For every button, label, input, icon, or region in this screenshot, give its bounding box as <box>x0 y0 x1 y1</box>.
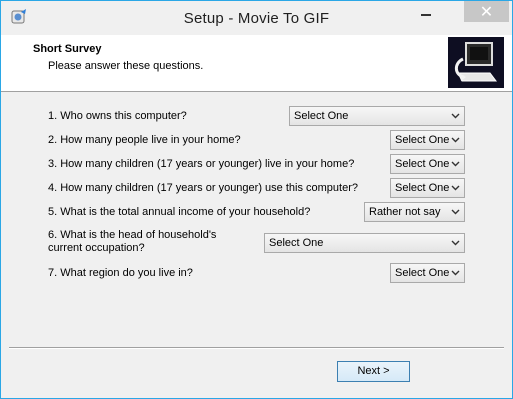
close-icon: ✕ <box>479 2 494 21</box>
title-bar: Setup - Movie To GIF ✕ <box>1 1 512 35</box>
question-5-label: 5. What is the total annual income of yo… <box>48 206 311 218</box>
computer-install-icon <box>448 37 504 88</box>
question-3-select[interactable]: Select One <box>390 154 465 174</box>
question-7-value: Select One <box>395 267 450 279</box>
question-4-value: Select One <box>395 182 450 194</box>
chevron-down-icon <box>451 209 460 215</box>
question-2-value: Select One <box>395 134 450 146</box>
next-button[interactable]: Next > <box>337 361 410 382</box>
close-button[interactable]: ✕ <box>464 1 509 22</box>
question-3-label: 3. How many children (17 years or younge… <box>48 158 355 170</box>
question-5-select[interactable]: Rather not say <box>364 202 465 222</box>
question-3-value: Select One <box>395 158 450 170</box>
setup-window: Setup - Movie To GIF ✕ Short Survey Plea… <box>0 0 513 399</box>
question-1-label: 1. Who owns this computer? <box>48 110 187 122</box>
chevron-down-icon <box>451 240 460 246</box>
question-1-select[interactable]: Select One <box>289 106 465 126</box>
question-7-select[interactable]: Select One <box>390 263 465 283</box>
question-2-select[interactable]: Select One <box>390 130 465 150</box>
question-6-label-line-2: current occupation? <box>48 242 145 254</box>
page-subtitle: Please answer these questions. <box>48 60 204 72</box>
question-2-label: 2. How many people live in your home? <box>48 134 241 146</box>
question-6-label-line-1: 6. What is the head of household's <box>48 229 217 241</box>
question-1-value: Select One <box>294 110 349 122</box>
question-4-label: 4. How many children (17 years or younge… <box>48 182 358 194</box>
question-4-select[interactable]: Select One <box>390 178 465 198</box>
wizard-header: Short Survey Please answer these questio… <box>1 35 512 92</box>
chevron-down-icon <box>451 161 460 167</box>
chevron-down-icon <box>451 137 460 143</box>
question-6-select[interactable]: Select One <box>264 233 465 253</box>
question-7-label: 7. What region do you live in? <box>48 267 193 279</box>
page-title: Short Survey <box>33 43 102 55</box>
chevron-down-icon <box>451 185 460 191</box>
question-6-value: Select One <box>269 237 324 249</box>
minimize-button[interactable] <box>415 3 437 21</box>
chevron-down-icon <box>451 270 460 276</box>
question-5-value: Rather not say <box>369 206 441 218</box>
footer-divider <box>9 347 504 349</box>
chevron-down-icon <box>451 113 460 119</box>
minimize-icon <box>421 14 431 16</box>
